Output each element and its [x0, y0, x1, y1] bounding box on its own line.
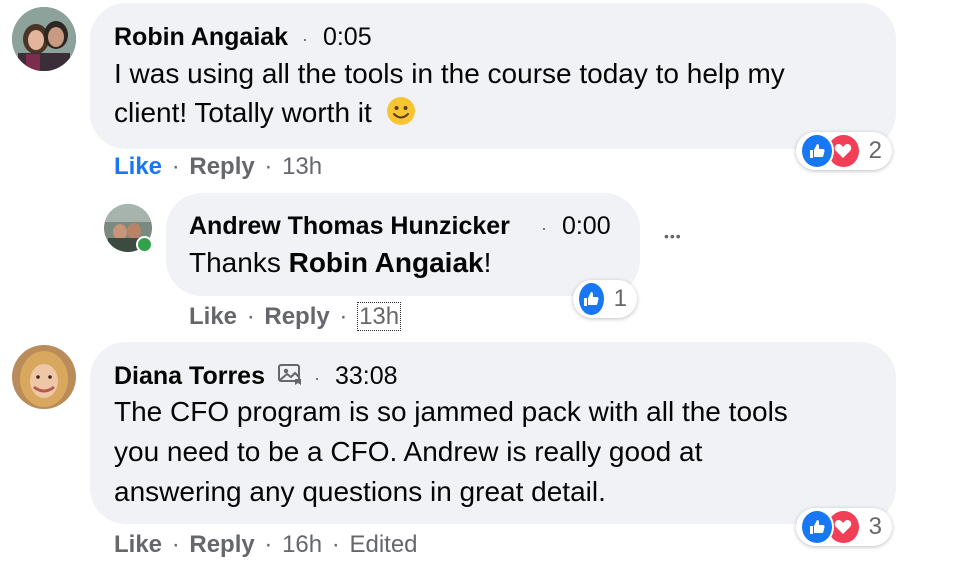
comment-actions: Like · Reply · 13h [114, 152, 322, 182]
comment-text-line: The CFO program is so jammed pack with a… [114, 396, 788, 427]
comment-text-line: I was using all the tools in the course … [114, 58, 785, 89]
like-button[interactable]: Like [114, 153, 162, 180]
reaction-count: 2 [868, 137, 882, 164]
top-fan-badge-icon [277, 362, 303, 386]
comment-actions: Like · Reply · 16h · Edited [114, 530, 418, 560]
video-timestamp[interactable]: · 0:05 [302, 22, 372, 54]
separator: · [246, 303, 255, 330]
like-button[interactable]: Like [114, 531, 162, 558]
separator: · [314, 368, 320, 388]
separator: · [171, 153, 180, 180]
reply-button[interactable]: Reply [264, 303, 329, 330]
separator: · [302, 29, 308, 49]
comment-text: I was using all the tools in the course … [114, 54, 785, 132]
video-time[interactable]: 0:05 [323, 23, 372, 51]
avatar-image [12, 345, 76, 409]
separator: · [331, 531, 340, 558]
comment-author[interactable]: Robin Angaiak [114, 22, 288, 52]
comment-text-line: you need to be a CFO. Andrew is really g… [114, 436, 703, 467]
separator: · [171, 531, 180, 558]
comment-author[interactable]: Andrew Thomas Hunzicker [189, 211, 510, 241]
edited-label[interactable]: Edited [349, 531, 417, 558]
online-status-indicator [136, 236, 153, 253]
separator: · [541, 218, 547, 238]
avatar-image [12, 7, 76, 71]
more-options-icon[interactable]: ••• [664, 228, 682, 244]
comment-time[interactable]: 16h [282, 531, 322, 558]
comment-text-line: answering any questions in great detail. [114, 476, 606, 507]
slightly-smiling-emoji-icon [386, 96, 416, 126]
comment-text-line: client! Totally worth it [114, 93, 785, 132]
comment-text-segment: Thanks [189, 247, 289, 278]
video-time[interactable]: 33:08 [335, 362, 398, 390]
reactions-summary[interactable]: 3 [796, 508, 892, 546]
reply-button[interactable]: Reply [189, 153, 254, 180]
like-icon [577, 281, 606, 317]
reaction-count: 1 [613, 285, 627, 312]
video-timestamp[interactable]: · 33:08 [314, 361, 398, 393]
like-icon [800, 133, 835, 169]
comment-time[interactable]: 13h [357, 302, 402, 331]
separator: · [264, 531, 273, 558]
comment-text-segment: ! [483, 247, 492, 278]
comment-text-segment: client! Totally worth it [114, 97, 372, 128]
comment-actions: Like · Reply · 13h [189, 302, 402, 332]
comment-author[interactable]: Diana Torres [114, 361, 265, 391]
mention-link[interactable]: Robin Angaiak [289, 247, 484, 278]
reply-button[interactable]: Reply [189, 531, 254, 558]
comment-text: Thanks Robin Angaiak! [189, 243, 491, 282]
reactions-summary[interactable]: 2 [796, 132, 892, 170]
video-timestamp[interactable]: · 0:00 [541, 211, 611, 243]
like-icon [800, 509, 835, 545]
separator: · [339, 303, 348, 330]
avatar[interactable] [12, 7, 76, 71]
reaction-count: 3 [868, 513, 882, 540]
reactions-summary[interactable]: 1 [573, 280, 637, 318]
comment-time[interactable]: 13h [282, 153, 322, 180]
video-time[interactable]: 0:00 [562, 212, 611, 240]
separator: · [264, 153, 273, 180]
avatar[interactable] [12, 345, 76, 409]
like-button[interactable]: Like [189, 303, 237, 330]
comment-text: The CFO program is so jammed pack with a… [114, 392, 788, 512]
